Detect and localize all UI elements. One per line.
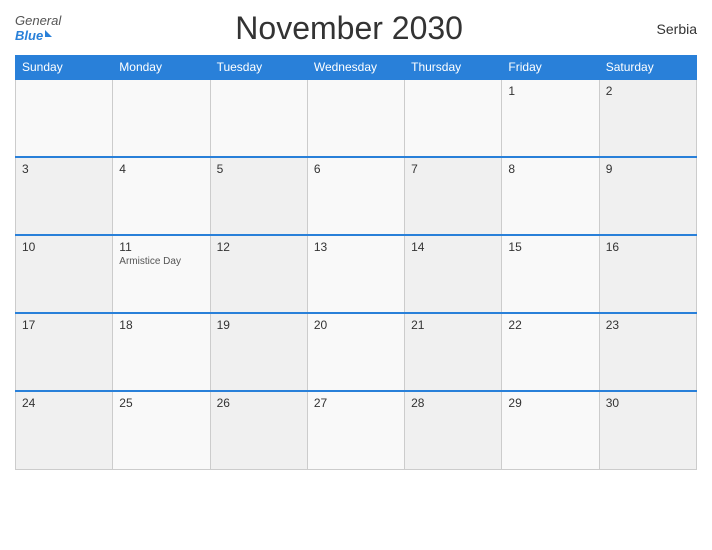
day-cell: 18	[113, 313, 210, 391]
logo: General Blue	[15, 14, 61, 43]
day-number: 17	[22, 318, 106, 332]
holiday-label: Armistice Day	[119, 256, 203, 267]
day-number: 30	[606, 396, 690, 410]
month-title: November 2030	[61, 10, 637, 47]
header-wednesday: Wednesday	[307, 56, 404, 80]
day-cell: 3	[16, 157, 113, 235]
day-number: 8	[508, 162, 592, 176]
week-row-3: 10 11 Armistice Day 12 13 14 15 16	[16, 235, 697, 313]
day-cell: 10	[16, 235, 113, 313]
week-row-2: 3456789	[16, 157, 697, 235]
day-cell: 23	[599, 313, 696, 391]
day-cell: 4	[113, 157, 210, 235]
header: General Blue November 2030 Serbia	[15, 10, 697, 47]
day-cell: 14	[405, 235, 502, 313]
day-cell: 20	[307, 313, 404, 391]
day-cell: 17	[16, 313, 113, 391]
day-cell: 28	[405, 391, 502, 469]
day-number: 4	[119, 162, 203, 176]
day-cell: 7	[405, 157, 502, 235]
week-row-1: 12	[16, 79, 697, 157]
day-cell: 24	[16, 391, 113, 469]
day-number: 19	[217, 318, 301, 332]
day-cell	[16, 79, 113, 157]
day-number: 5	[217, 162, 301, 176]
day-number: 9	[606, 162, 690, 176]
day-cell	[405, 79, 502, 157]
day-cell: 16	[599, 235, 696, 313]
day-cell	[113, 79, 210, 157]
day-number: 22	[508, 318, 592, 332]
day-cell: 26	[210, 391, 307, 469]
header-saturday: Saturday	[599, 56, 696, 80]
day-number: 24	[22, 396, 106, 410]
country-label: Serbia	[637, 21, 697, 37]
day-cell: 15	[502, 235, 599, 313]
day-cell: 19	[210, 313, 307, 391]
day-cell: 11 Armistice Day	[113, 235, 210, 313]
day-cell: 8	[502, 157, 599, 235]
calendar-grid: Sunday Monday Tuesday Wednesday Thursday…	[15, 55, 697, 470]
day-cell: 2	[599, 79, 696, 157]
day-number: 2	[606, 84, 690, 98]
day-number: 28	[411, 396, 495, 410]
day-number: 10	[22, 240, 106, 254]
day-number: 11	[119, 240, 203, 254]
day-number: 18	[119, 318, 203, 332]
day-cell: 21	[405, 313, 502, 391]
logo-general-text: General	[15, 14, 61, 28]
logo-blue-text: Blue	[15, 29, 43, 43]
day-number: 14	[411, 240, 495, 254]
header-thursday: Thursday	[405, 56, 502, 80]
day-number: 16	[606, 240, 690, 254]
day-number: 15	[508, 240, 592, 254]
day-cell	[307, 79, 404, 157]
header-monday: Monday	[113, 56, 210, 80]
day-number: 23	[606, 318, 690, 332]
day-number: 20	[314, 318, 398, 332]
day-cell: 13	[307, 235, 404, 313]
logo-triangle-icon	[45, 30, 52, 37]
day-number: 27	[314, 396, 398, 410]
day-number: 29	[508, 396, 592, 410]
weekday-header-row: Sunday Monday Tuesday Wednesday Thursday…	[16, 56, 697, 80]
week-row-5: 24 25 26 27 28 29 30	[16, 391, 697, 469]
day-cell: 9	[599, 157, 696, 235]
day-number: 3	[22, 162, 106, 176]
day-number: 6	[314, 162, 398, 176]
day-cell: 27	[307, 391, 404, 469]
day-cell: 6	[307, 157, 404, 235]
header-sunday: Sunday	[16, 56, 113, 80]
day-cell: 29	[502, 391, 599, 469]
day-cell: 12	[210, 235, 307, 313]
day-number: 13	[314, 240, 398, 254]
day-number: 12	[217, 240, 301, 254]
day-cell: 22	[502, 313, 599, 391]
day-number: 21	[411, 318, 495, 332]
day-cell	[210, 79, 307, 157]
header-tuesday: Tuesday	[210, 56, 307, 80]
day-cell: 30	[599, 391, 696, 469]
day-cell: 25	[113, 391, 210, 469]
header-friday: Friday	[502, 56, 599, 80]
day-cell: 1	[502, 79, 599, 157]
day-number: 1	[508, 84, 592, 98]
week-row-4: 17 18 19 20 21 22 23	[16, 313, 697, 391]
day-cell: 5	[210, 157, 307, 235]
day-number: 26	[217, 396, 301, 410]
calendar-container: General Blue November 2030 Serbia Sunday…	[0, 0, 712, 550]
day-number: 7	[411, 162, 495, 176]
day-number: 25	[119, 396, 203, 410]
